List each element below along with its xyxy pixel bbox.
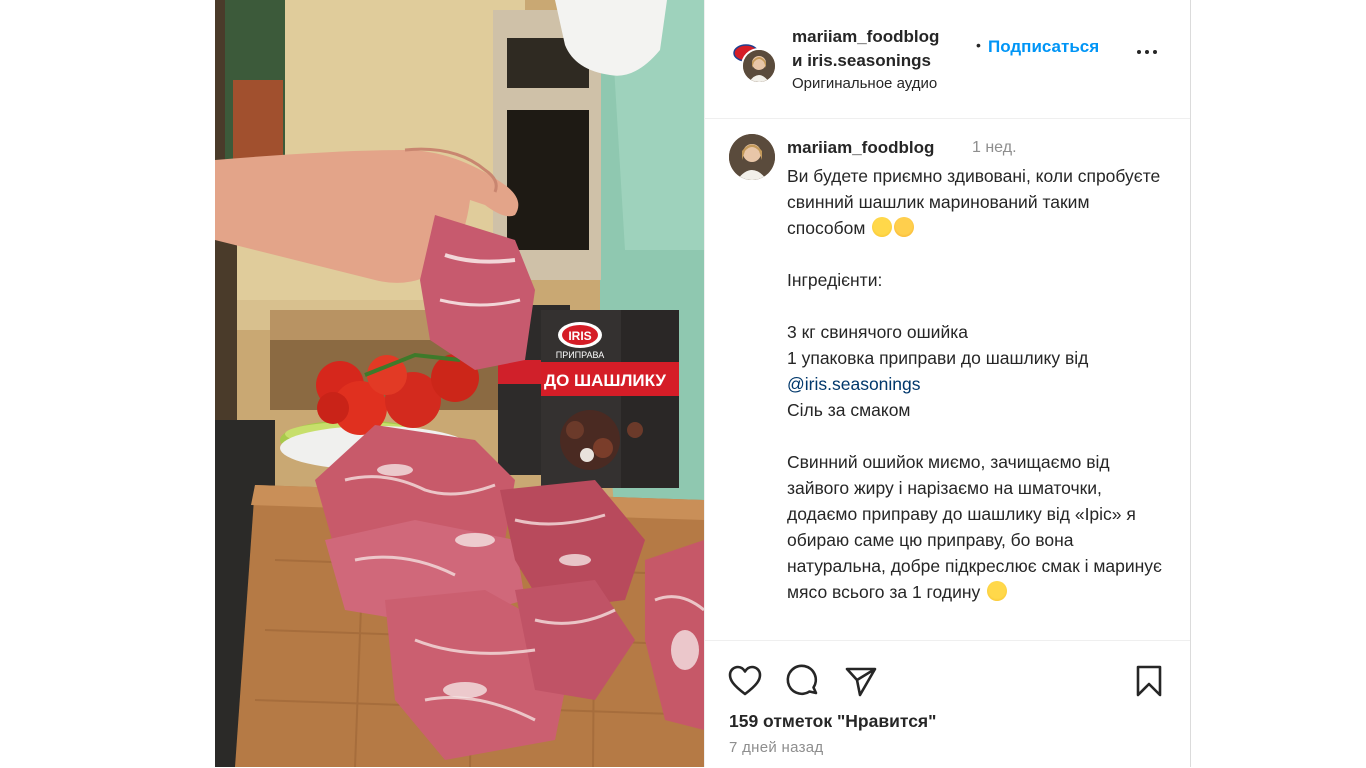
package-brand: IRIS xyxy=(568,329,591,343)
seasoning-package: IRIS ПРИПРАВА ДО ШАШЛИКУ xyxy=(541,310,679,488)
ingredient-item: 1 упаковка приправи до шашлику від xyxy=(787,348,1089,368)
star-struck-emoji-icon xyxy=(872,217,893,237)
post-photo: IRIS ПРИПРАВА ДО ШАШЛИКУ xyxy=(215,0,704,767)
post-caption: mariiam_foodblog 1 нед. Ви будете приємн… xyxy=(705,118,1191,640)
comment-icon[interactable] xyxy=(785,663,821,699)
panel-border xyxy=(1190,0,1191,767)
caption-avatar[interactable] xyxy=(729,134,775,180)
caption-method: Свинний ошийок миємо, зачищаємо від зайв… xyxy=(787,452,1167,602)
mariiam-avatar[interactable] xyxy=(741,48,777,84)
caption-text: Ви будете приємно здивовані, коли спробу… xyxy=(787,163,1167,605)
post-actions: 159 отметок "Нравится" 7 дней назад xyxy=(705,640,1191,768)
post-media[interactable]: IRIS ПРИПРАВА ДО ШАШЛИКУ xyxy=(215,0,704,767)
caption-username[interactable]: mariiam_foodblog xyxy=(787,138,934,158)
smiling-hearts-emoji-icon xyxy=(894,217,915,237)
more-options-icon[interactable] xyxy=(1137,46,1161,58)
heart-icon[interactable] xyxy=(727,663,763,699)
package-subtitle: ПРИПРАВА xyxy=(556,350,605,360)
mention-link[interactable]: @iris.seasonings xyxy=(787,374,921,394)
separator-dot: • xyxy=(976,37,981,53)
connector-text: и xyxy=(792,51,803,70)
star-struck-emoji-icon xyxy=(987,581,1008,601)
follow-button[interactable]: Подписаться xyxy=(988,37,1099,57)
ingredient-item: 3 кг свинячого ошийка xyxy=(787,322,968,342)
caption-time[interactable]: 1 нед. xyxy=(972,139,1017,157)
collab-username-link[interactable]: iris.seasonings xyxy=(807,51,931,70)
username-link[interactable]: mariiam_foodblog xyxy=(792,27,939,46)
collab-avatars[interactable] xyxy=(729,36,779,86)
likes-count[interactable]: 159 отметок "Нравится" xyxy=(729,711,936,732)
audio-label[interactable]: Оригинальное аудио xyxy=(792,75,937,92)
ingredients-title: Інгредієнти: xyxy=(787,270,883,290)
share-icon[interactable] xyxy=(843,663,879,699)
instagram-post: IRIS ПРИПРАВА ДО ШАШЛИКУ mariiam_foodblo… xyxy=(215,0,1191,767)
post-side-panel: mariiam_foodblog и iris.seasonings • Под… xyxy=(704,0,1191,767)
caption-intro: Ви будете приємно здивовані, коли спробу… xyxy=(787,166,1166,238)
collab-usernames: mariiam_foodblog и iris.seasonings xyxy=(792,25,939,73)
post-date[interactable]: 7 дней назад xyxy=(729,739,823,756)
package-title: ДО ШАШЛИКУ xyxy=(544,371,666,390)
post-header: mariiam_foodblog и iris.seasonings • Под… xyxy=(705,0,1191,119)
bookmark-icon[interactable] xyxy=(1131,663,1167,699)
ingredient-item: Сіль за смаком xyxy=(787,400,911,420)
